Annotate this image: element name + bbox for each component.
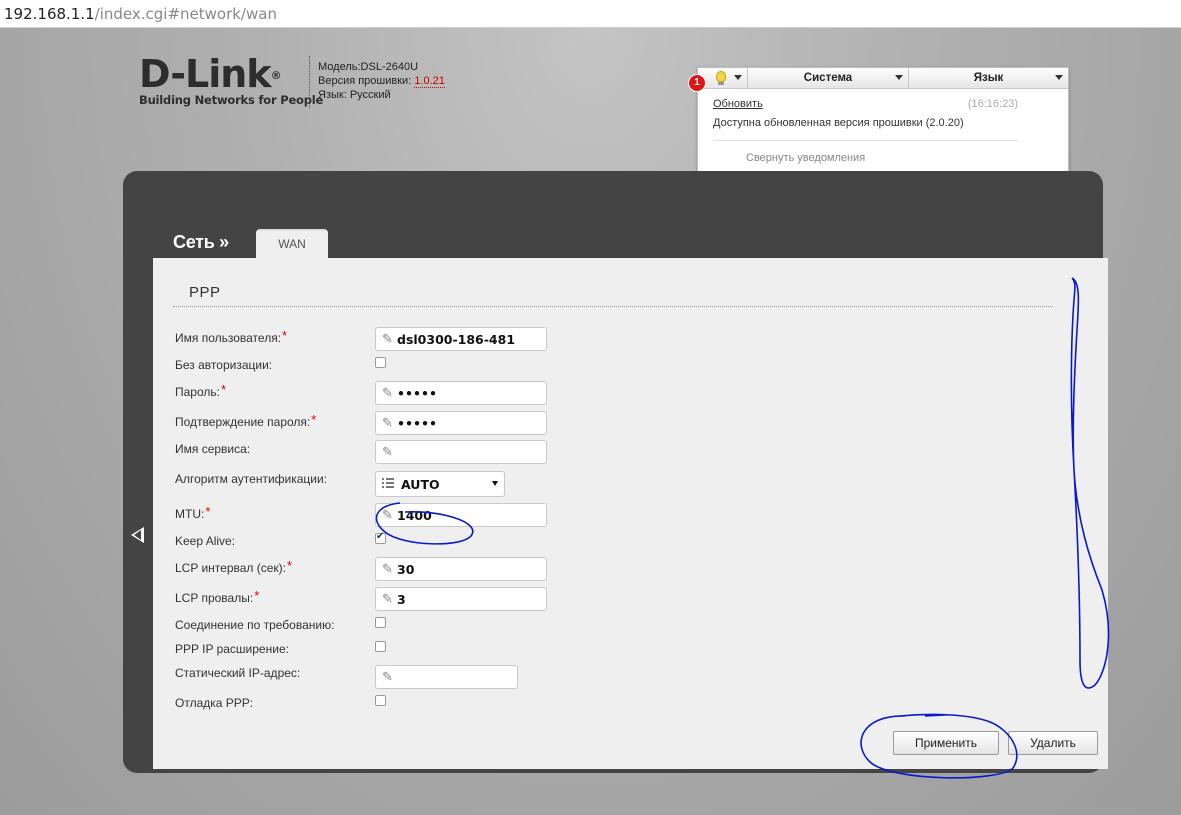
confirm-password-label: Подтверждение пароля:*	[175, 412, 317, 429]
lcp-fails-label: LCP провалы:*	[175, 588, 260, 605]
device-info: Модель:DSL-2640U Версия прошивки: 1.0.21…	[318, 60, 445, 102]
ondemand-checkbox[interactable]	[375, 617, 386, 628]
address-bar[interactable]: 192.168.1.1/index.cgi#network/wan	[0, 0, 1181, 28]
lcp-interval-label: LCP интервал (сек):*	[175, 558, 293, 575]
chevron-down-icon	[895, 75, 903, 80]
breadcrumb[interactable]: Сеть »	[173, 232, 229, 253]
section-title: PPP	[189, 284, 221, 301]
chevron-down-icon	[492, 481, 498, 486]
keepalive-checkbox[interactable]	[375, 531, 386, 544]
language-menu[interactable]: Язык	[909, 68, 1068, 88]
collapse-notifications-link[interactable]: Свернуть уведомления	[746, 152, 865, 164]
system-menu-label: Система	[803, 72, 853, 84]
auth-algorithm-label: Алгоритм аутентификации:	[175, 472, 328, 486]
notification-toolbar: Система Язык	[698, 68, 1068, 89]
password-label: Пароль:*	[175, 382, 227, 399]
delete-button[interactable]: Удалить	[1008, 731, 1098, 755]
logo-text: D-Link	[139, 52, 272, 96]
mtu-label: MTU:*	[175, 504, 211, 521]
confirm-password-input[interactable]: ✎ •••••	[375, 411, 547, 435]
device-model: Модель:DSL-2640U	[318, 61, 419, 73]
lcp-interval-input[interactable]: ✎ 30	[375, 557, 547, 581]
service-name-label: Имя сервиса:	[175, 442, 251, 456]
username-value: dsl0300-186-481	[397, 332, 516, 347]
pencil-icon: ✎	[382, 669, 393, 684]
noauth-checkbox[interactable]	[375, 357, 386, 368]
username-label: Имя пользователя:*	[175, 328, 288, 345]
auth-algorithm-value: AUTO	[401, 477, 440, 492]
url-host: 192.168.1.1	[4, 5, 95, 23]
pencil-icon: ✎	[382, 591, 393, 606]
notification-divider	[713, 140, 1018, 141]
auth-algorithm-select[interactable]: AUTO	[375, 471, 505, 497]
pencil-icon: ✎	[382, 507, 393, 522]
static-ip-input[interactable]: ✎	[375, 665, 518, 689]
mtu-value: 1400	[397, 508, 432, 523]
lcp-fails-input[interactable]: ✎ 3	[375, 587, 547, 611]
pencil-icon: ✎	[382, 444, 393, 459]
lcp-interval-value: 30	[397, 562, 415, 577]
tab-wan[interactable]: WAN	[256, 229, 328, 260]
pppip-label: PPP IP расширение:	[175, 642, 289, 656]
noauth-label: Без авторизации:	[175, 358, 273, 372]
pencil-icon: ✎	[382, 331, 393, 346]
chevron-down-icon	[1055, 75, 1063, 80]
pppip-checkbox[interactable]	[375, 641, 386, 652]
password-input[interactable]: ✎ •••••	[375, 381, 547, 405]
url-path: /index.cgi#network/wan	[94, 5, 277, 23]
back-arrow-icon[interactable]	[131, 527, 144, 543]
section-divider	[173, 306, 1053, 307]
system-menu[interactable]: Система	[748, 68, 909, 88]
pencil-icon: ✎	[382, 415, 393, 430]
dlink-logo[interactable]: D-Link® Building Networks for People	[139, 55, 324, 107]
notification-panel: Система Язык Обновить (16:16:23) Доступн…	[697, 67, 1069, 175]
lcp-fails-value: 3	[397, 592, 406, 607]
ondemand-label: Соединение по требованию:	[175, 618, 335, 632]
content-area	[153, 258, 1108, 769]
list-icon	[382, 478, 394, 490]
debug-label: Отладка PPP:	[175, 696, 254, 710]
update-link[interactable]: Обновить	[713, 98, 763, 110]
logo-reg: ®	[270, 69, 282, 82]
password-value: •••••	[397, 386, 437, 401]
confirm-password-value: •••••	[397, 416, 437, 431]
notification-badge: 1	[689, 75, 705, 91]
pencil-icon: ✎	[382, 385, 393, 400]
language-menu-label: Язык	[973, 72, 1004, 84]
logo-tagline: Building Networks for People	[139, 93, 324, 107]
lightbulb-icon	[716, 71, 726, 85]
device-language: Язык: Русский	[318, 89, 391, 101]
apply-button[interactable]: Применить	[893, 731, 999, 755]
url[interactable]: 192.168.1.1/index.cgi#network/wan	[4, 5, 277, 23]
debug-checkbox[interactable]	[375, 695, 386, 706]
static-ip-label: Статический IP-адрес:	[175, 666, 301, 680]
notification-message: Доступна обновленная версия прошивки (2.…	[713, 117, 964, 129]
chevron-down-icon	[734, 75, 742, 80]
firmware-label: Версия прошивки:	[318, 75, 412, 87]
keepalive-label: Keep Alive:	[175, 534, 236, 548]
service-name-input[interactable]: ✎	[375, 440, 547, 464]
notification-time: (16:16:23)	[967, 98, 1018, 110]
pencil-icon: ✎	[382, 561, 393, 576]
header-separator	[309, 56, 311, 108]
username-input[interactable]: ✎ dsl0300-186-481	[375, 327, 547, 351]
notify-button[interactable]	[698, 68, 748, 88]
firmware-version[interactable]: 1.0.21	[414, 75, 445, 88]
mtu-input[interactable]: ✎ 1400	[375, 503, 547, 527]
